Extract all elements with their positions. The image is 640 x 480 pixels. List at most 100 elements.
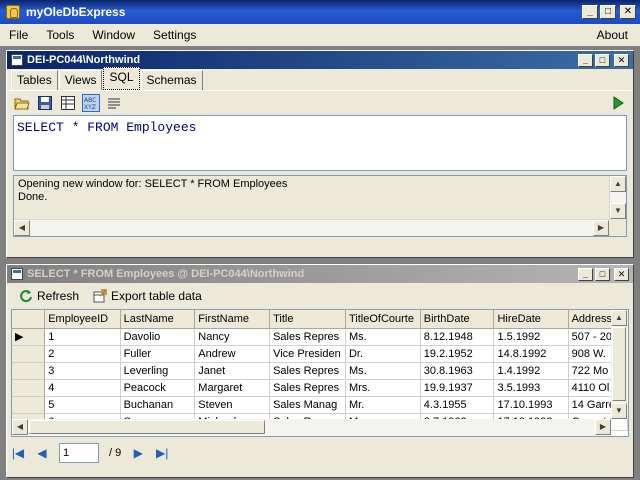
scroll-left-icon[interactable]: ◀ [12, 419, 28, 435]
results-grid[interactable]: EmployeeID LastName FirstName Title Titl… [11, 309, 629, 437]
window-icon [11, 54, 23, 66]
child-close-button[interactable]: ✕ [614, 53, 629, 67]
table-cell[interactable]: Leverling [120, 362, 196, 380]
message-vscrollbar[interactable]: ▲ ▼ [609, 176, 626, 219]
child-minimize-button[interactable]: _ [578, 53, 593, 67]
table-row[interactable]: ▶ 1 Davolio Nancy Sales Repres Ms. 8.12.… [12, 328, 628, 346]
tab-views[interactable]: Views [58, 70, 103, 90]
table-cell[interactable]: 2 [44, 345, 121, 363]
hscroll-thumb[interactable] [29, 420, 265, 434]
column-header[interactable]: EmployeeID [44, 310, 121, 329]
table-cell[interactable]: Vice Presiden [269, 345, 346, 363]
grid-vscrollbar[interactable]: ▲ ▼ [611, 310, 628, 419]
scroll-up-icon[interactable]: ▲ [610, 176, 626, 192]
column-header[interactable]: TitleOfCourte [345, 310, 421, 329]
menu-settings[interactable]: Settings [144, 28, 205, 42]
child-minimize-button[interactable]: _ [578, 267, 593, 281]
column-header[interactable]: Title [269, 310, 346, 329]
open-folder-icon[interactable] [13, 94, 31, 112]
table-cell[interactable]: 4 [44, 379, 121, 397]
table-cell[interactable]: 30.8.1963 [420, 362, 495, 380]
column-header[interactable]: FirstName [194, 310, 271, 329]
table-cell[interactable]: Nancy [194, 328, 271, 346]
first-page-icon[interactable]: |◀ [11, 446, 25, 460]
export-button[interactable]: Export table data [93, 289, 202, 303]
table-cell[interactable]: Buchanan [120, 396, 196, 414]
message-hscrollbar[interactable]: ◀ ▶ [14, 219, 609, 236]
last-page-icon[interactable]: ▶| [155, 446, 169, 460]
row-header[interactable] [12, 379, 46, 397]
child-maximize-button[interactable]: □ [595, 53, 610, 67]
next-page-icon[interactable]: ▶ [131, 446, 145, 460]
table-cell[interactable]: Janet [194, 362, 271, 380]
page-number-input[interactable] [59, 443, 99, 463]
tab-sql[interactable]: SQL [103, 67, 140, 90]
table-cell[interactable]: Dr. [345, 345, 421, 363]
table-cell[interactable]: Davolio [120, 328, 196, 346]
maximize-button[interactable]: □ [600, 5, 616, 19]
table-cell[interactable]: Fuller [120, 345, 196, 363]
table-icon[interactable] [59, 94, 77, 112]
table-cell[interactable]: Sales Manag [269, 396, 346, 414]
table-cell[interactable]: 3.5.1993 [493, 379, 569, 397]
scroll-left-icon[interactable]: ◀ [14, 220, 30, 236]
row-header[interactable] [12, 362, 46, 380]
table-cell[interactable]: 1.4.1992 [493, 362, 569, 380]
table-cell[interactable]: 8.12.1948 [420, 328, 495, 346]
run-icon[interactable] [609, 94, 627, 112]
table-cell[interactable]: 19.2.1952 [420, 345, 495, 363]
vscroll-thumb[interactable] [612, 327, 626, 401]
table-cell[interactable]: Margaret [194, 379, 271, 397]
scroll-right-icon[interactable]: ▶ [595, 419, 611, 435]
tab-tables[interactable]: Tables [11, 70, 58, 90]
prev-page-icon[interactable]: ◀ [35, 446, 49, 460]
table-cell[interactable]: Sales Repres [269, 362, 346, 380]
child-close-button[interactable]: ✕ [614, 267, 629, 281]
menu-window[interactable]: Window [83, 28, 144, 42]
scroll-right-icon[interactable]: ▶ [593, 220, 609, 236]
list-icon[interactable] [105, 94, 123, 112]
close-button[interactable]: ✕ [620, 5, 636, 19]
table-cell[interactable]: Sales Repres [269, 379, 346, 397]
column-header[interactable]: HireDate [493, 310, 569, 329]
table-cell[interactable]: Peacock [120, 379, 196, 397]
scroll-down-icon[interactable]: ▼ [610, 203, 626, 219]
row-header[interactable] [12, 345, 46, 363]
minimize-button[interactable]: _ [582, 5, 598, 19]
table-cell[interactable]: 5 [44, 396, 121, 414]
child-maximize-button[interactable]: □ [595, 267, 610, 281]
table-row[interactable]: 3 Leverling Janet Sales Repres Ms. 30.8.… [12, 362, 628, 380]
table-cell[interactable]: 3 [44, 362, 121, 380]
scroll-up-icon[interactable]: ▲ [611, 310, 627, 326]
table-cell[interactable]: Mrs. [345, 379, 421, 397]
sql-editor[interactable]: SELECT * FROM Employees [13, 115, 627, 171]
menu-about[interactable]: About [588, 28, 640, 42]
column-header[interactable]: LastName [120, 310, 196, 329]
table-cell[interactable]: Ms. [345, 328, 421, 346]
grid-hscrollbar[interactable]: ◀ ▶ [12, 419, 611, 436]
menu-file[interactable]: File [0, 28, 37, 42]
tab-schemas[interactable]: Schemas [140, 70, 203, 90]
table-cell[interactable]: Andrew [194, 345, 271, 363]
table-cell[interactable]: Steven [194, 396, 271, 414]
row-header[interactable] [12, 396, 46, 414]
table-cell[interactable]: Sales Repres [269, 328, 346, 346]
table-cell[interactable]: Ms. [345, 362, 421, 380]
menu-tools[interactable]: Tools [37, 28, 83, 42]
scroll-down-icon[interactable]: ▼ [611, 403, 627, 419]
current-row-icon[interactable]: ▶ [12, 328, 46, 346]
column-header[interactable]: BirthDate [420, 310, 495, 329]
table-cell[interactable]: 14.8.1992 [493, 345, 569, 363]
refresh-button[interactable]: Refresh [19, 289, 79, 303]
table-row[interactable]: 5 Buchanan Steven Sales Manag Mr. 4.3.19… [12, 396, 628, 414]
table-cell[interactable]: 1 [44, 328, 121, 346]
table-row[interactable]: 2 Fuller Andrew Vice Presiden Dr. 19.2.1… [12, 345, 628, 363]
table-row[interactable]: 4 Peacock Margaret Sales Repres Mrs. 19.… [12, 379, 628, 397]
abc-xyz-icon[interactable]: ABC XYZ [82, 94, 100, 112]
table-cell[interactable]: Mr. [345, 396, 421, 414]
table-cell[interactable]: 1.5.1992 [493, 328, 569, 346]
save-icon[interactable] [36, 94, 54, 112]
table-cell[interactable]: 17.10.1993 [493, 396, 569, 414]
table-cell[interactable]: 4.3.1955 [420, 396, 495, 414]
table-cell[interactable]: 19.9.1937 [420, 379, 495, 397]
